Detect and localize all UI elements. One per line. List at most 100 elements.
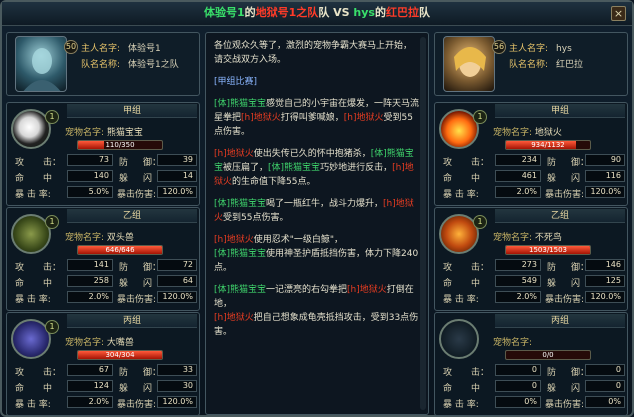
log-entry: [体]熊猫宝宝感觉自己的小宇宙在爆发，一阵天马流星拳把[h]地狱火打得叫爹喊娘，… bbox=[214, 97, 420, 139]
dodge-label2: 闪 bbox=[143, 384, 153, 394]
close-button[interactable]: × bbox=[611, 6, 626, 21]
title-vs: 队 VS bbox=[318, 6, 354, 19]
defense-value: 90 bbox=[585, 154, 625, 166]
hp-text: 1503/1503 bbox=[529, 246, 567, 254]
attack-value: 0 bbox=[495, 364, 541, 376]
crit-rate-value: 2.0% bbox=[495, 186, 541, 198]
hit-label: 命 bbox=[15, 174, 25, 184]
right-player-level: 56 bbox=[492, 40, 506, 54]
team-name: 红巴拉 bbox=[556, 60, 584, 70]
left-player-name-row: 主人名字: 体验号1 bbox=[81, 41, 161, 54]
log-text: 打得叫爹喊娘， bbox=[280, 113, 344, 123]
crit-rate-label: 暴 击 率: bbox=[15, 295, 51, 305]
player2-name: hys bbox=[353, 6, 375, 19]
attack-label2: 击： bbox=[471, 368, 490, 378]
dodge-label2: 闪 bbox=[571, 279, 581, 289]
attack-value: 141 bbox=[67, 259, 113, 271]
hit-label: 命 bbox=[443, 279, 453, 289]
log-section-header: [甲组比赛] bbox=[214, 77, 258, 87]
left-group-1: 甲组 1 宠物名字: 熊猫宝宝 110/350 攻 击： 73 防 御： 39 … bbox=[6, 102, 200, 206]
battle-log[interactable]: 各位观众久等了，激烈的宠物争霸大赛马上开始，请交战双方入场。 [甲组比赛] [体… bbox=[205, 32, 429, 415]
crit-rate-value: 2.0% bbox=[495, 291, 541, 303]
log-intro: 各位观众久等了，激烈的宠物争霸大赛马上开始，请交战双方入场。 bbox=[214, 41, 413, 65]
dodge-value: 64 bbox=[157, 275, 197, 287]
attack-label: 攻 bbox=[15, 158, 25, 168]
attack-label2: 击： bbox=[43, 263, 62, 273]
hit-label2: 中 bbox=[471, 174, 481, 184]
defense-label: 防 bbox=[119, 263, 129, 273]
pet-name-row: 宠物名字: 熊猫宝宝 bbox=[65, 125, 143, 138]
attack-value: 273 bbox=[495, 259, 541, 271]
crit-damage-label: 暴击伤害: bbox=[117, 400, 157, 410]
hit-label: 命 bbox=[443, 384, 453, 394]
pet-star-badge: 1 bbox=[473, 215, 487, 229]
hit-value: 461 bbox=[495, 170, 541, 182]
log-text: 受到55点伤害。 bbox=[223, 213, 289, 223]
crit-rate-label: 暴 击 率: bbox=[443, 190, 479, 200]
log-scrollbar[interactable] bbox=[420, 37, 426, 410]
pet-hp-bar: 110/350 bbox=[77, 140, 163, 150]
pet-name-label: 宠物名字: bbox=[493, 338, 533, 348]
pet-portrait[interactable] bbox=[439, 319, 479, 359]
attack-label: 攻 bbox=[15, 263, 25, 273]
log-actor: [h]地狱火 bbox=[214, 149, 254, 159]
attack-label: 攻 bbox=[443, 158, 453, 168]
hp-text: 646/646 bbox=[105, 246, 135, 254]
group-title: 乙组 bbox=[67, 209, 197, 223]
defense-label: 防 bbox=[119, 368, 129, 378]
owner-name: hys bbox=[556, 44, 572, 54]
left-team-panel: 50 主人名字: 体验号1 队名名称: 体验号1之队 甲组 1 宠物名字: 熊猫宝宝… bbox=[6, 32, 200, 416]
log-text: 喝了一瓶红牛，战斗力爆升， bbox=[266, 199, 384, 209]
dodge-label: 躲 bbox=[119, 174, 129, 184]
crit-damage-label: 暴击伤害: bbox=[117, 190, 157, 200]
hp-text: 304/304 bbox=[105, 351, 135, 359]
hit-label2: 中 bbox=[471, 384, 481, 394]
pet-name-row: 宠物名字: 地狱火 bbox=[493, 125, 562, 138]
pet-name-row: 宠物名字: 大嘴兽 bbox=[65, 335, 134, 348]
defense-label: 防 bbox=[547, 368, 557, 378]
crit-damage-label: 暴击伤害: bbox=[545, 190, 585, 200]
group-title: 甲组 bbox=[495, 104, 625, 118]
right-group-1: 甲组 1 宠物名字: 地狱火 934/1132 攻 击： 234 防 御： 90… bbox=[434, 102, 628, 206]
dodge-label: 躲 bbox=[119, 384, 129, 394]
pet-name-row: 宠物名字: 双头兽 bbox=[65, 230, 134, 243]
group-title: 乙组 bbox=[495, 209, 625, 223]
hit-value: 258 bbox=[67, 275, 113, 287]
log-entry: [体]熊猫宝宝一记漂亮的右勾拳把[h]地狱火打倒在地， [h]地狱火把自己想象成龟… bbox=[214, 283, 420, 339]
dodge-value: 0 bbox=[585, 380, 625, 392]
defense-value: 39 bbox=[157, 154, 197, 166]
pet-name-label: 宠物名字: bbox=[65, 338, 105, 348]
dodge-label: 躲 bbox=[119, 279, 129, 289]
log-text: 巧妙地进行反击， bbox=[320, 163, 393, 173]
dodge-value: 116 bbox=[585, 170, 625, 182]
hit-value: 549 bbox=[495, 275, 541, 287]
pet-hp-bar: 646/646 bbox=[77, 245, 163, 255]
defense-label: 防 bbox=[547, 158, 557, 168]
log-text: 一记漂亮的右勾拳把 bbox=[266, 285, 348, 295]
crit-rate-label: 暴 击 率: bbox=[15, 190, 51, 200]
pet-hp-bar: 304/304 bbox=[77, 350, 163, 360]
log-actor: [体]熊猫宝宝 bbox=[214, 285, 267, 295]
pet-star-badge: 1 bbox=[45, 320, 59, 334]
pet-star-badge: 1 bbox=[45, 215, 59, 229]
log-entry: [体]熊猫宝宝喝了一瓶红牛，战斗力爆升，[h]地狱火受到55点伤害。 bbox=[214, 197, 420, 225]
player1-name: 体验号1 bbox=[204, 6, 245, 19]
dodge-label: 躲 bbox=[547, 279, 557, 289]
dodge-label2: 闪 bbox=[571, 174, 581, 184]
battle-window: 体验号1的地狱号1之队队 VS hys的红巴拉队 × 50 主人名字: 体验号1 … bbox=[0, 0, 634, 417]
defense-value: 146 bbox=[585, 259, 625, 271]
log-entry: [h]地狱火使用忍术"一级白鲸"， [体]熊猫宝宝使用神圣护盾抵挡伤害，体力下降2… bbox=[214, 233, 420, 275]
log-actor: [体]熊猫宝宝 bbox=[214, 99, 267, 109]
pet-name: 大嘴兽 bbox=[106, 338, 134, 348]
right-player-team-row: 队名名称: 红巴拉 bbox=[509, 57, 583, 70]
crit-rate-value: 0% bbox=[495, 396, 541, 408]
crit-damage-value: 120.0% bbox=[157, 396, 197, 408]
team-name: 体验号1之队 bbox=[128, 60, 179, 70]
dodge-label2: 闪 bbox=[571, 384, 581, 394]
pet-star-badge: 1 bbox=[45, 110, 59, 124]
crit-damage-value: 120.0% bbox=[157, 291, 197, 303]
right-player-card: 56 主人名字: hys 队名名称: 红巴拉 bbox=[434, 32, 628, 96]
pet-name: 地狱火 bbox=[534, 128, 562, 138]
left-player-level: 50 bbox=[64, 40, 78, 54]
crit-damage-label: 暴击伤害: bbox=[545, 295, 585, 305]
